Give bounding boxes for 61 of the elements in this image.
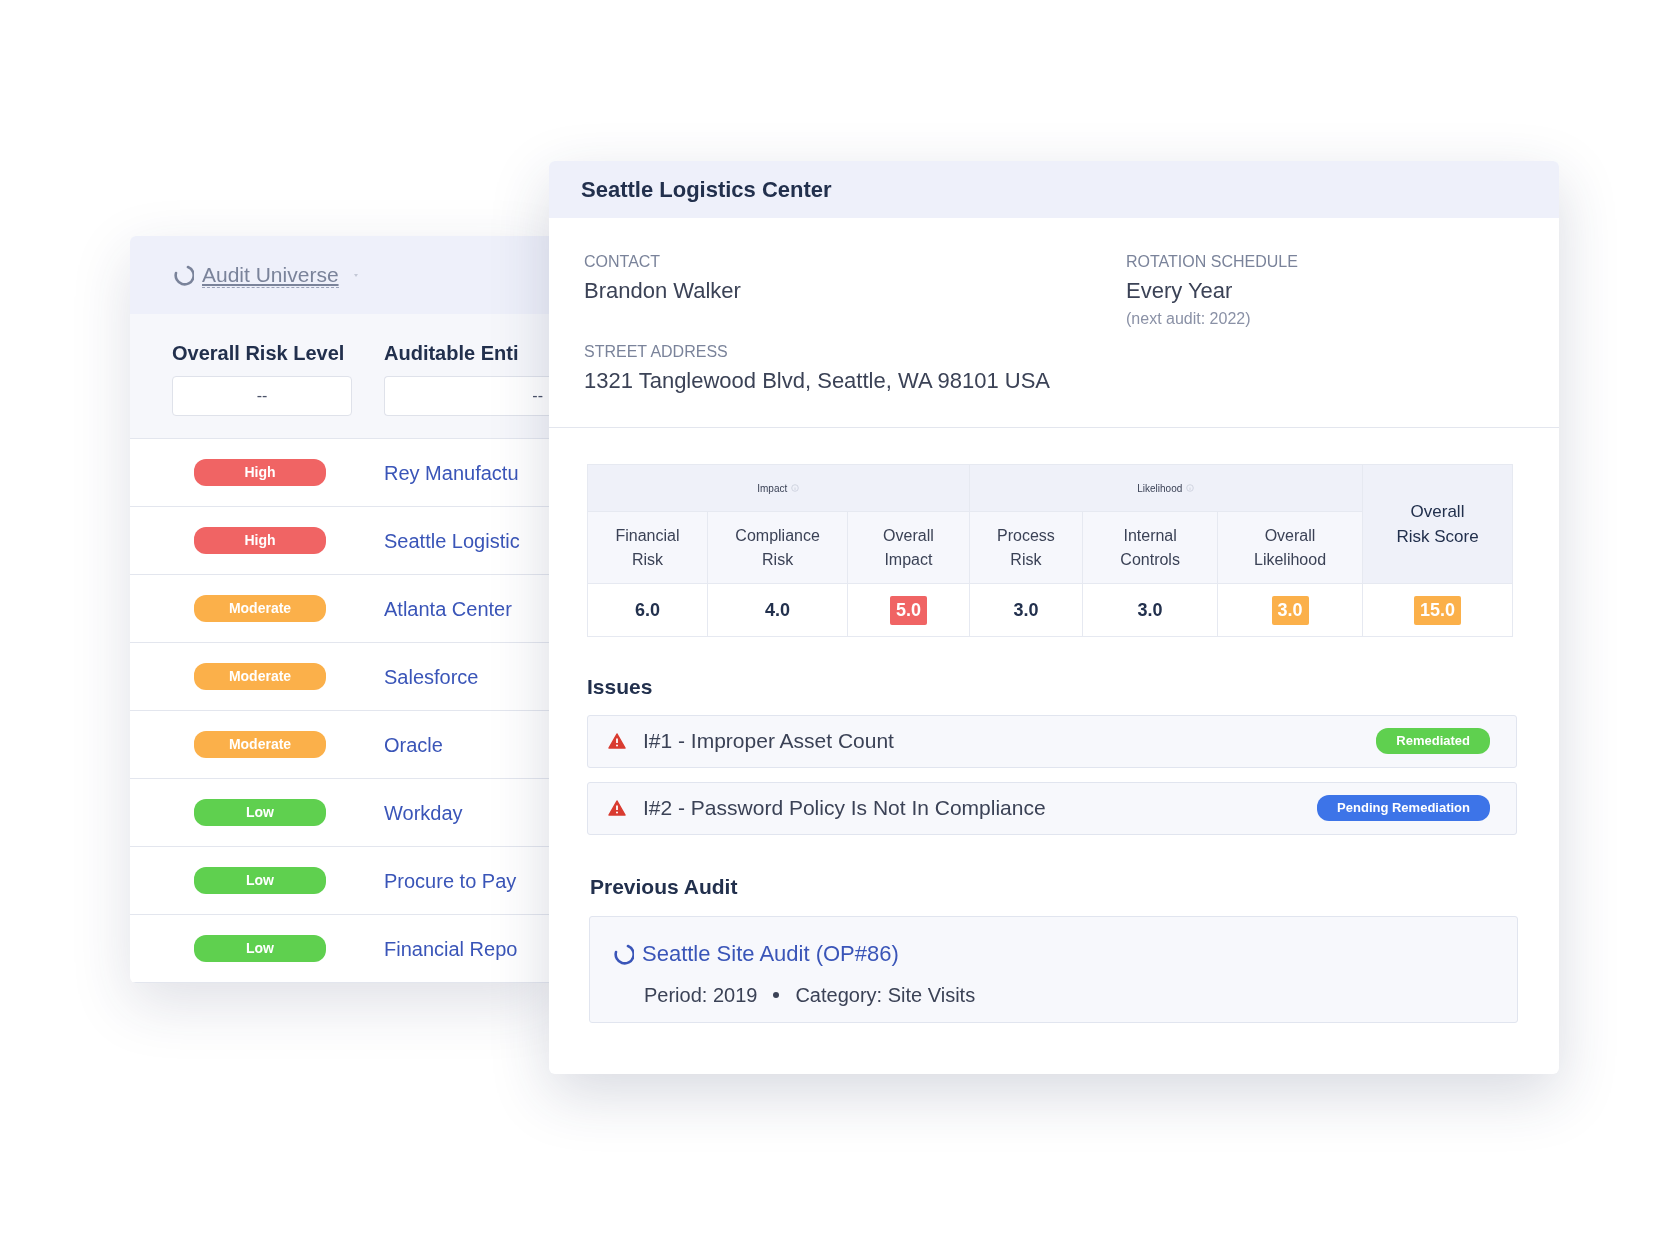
risk-tag: Moderate: [194, 663, 326, 690]
risk-tag: High: [194, 527, 326, 554]
risk-tag: Moderate: [194, 595, 326, 622]
warning-icon: [608, 733, 626, 749]
status-tag: Pending Remediation: [1317, 795, 1490, 821]
group-header: Impact: [757, 481, 788, 496]
value-cell: 6.0: [587, 583, 708, 637]
status-tag: Remediated: [1376, 728, 1490, 754]
caret-icon: [352, 272, 359, 278]
entity-link[interactable]: Workday: [384, 801, 463, 824]
risk-tag: Low: [194, 867, 326, 894]
category-text: Category: Site Visits: [795, 983, 976, 1008]
risk-tag: Moderate: [194, 731, 326, 758]
field-label: ROTATION SCHEDULE: [1126, 252, 1298, 272]
period-text: Period: 2019: [644, 983, 758, 1008]
entity-link[interactable]: Salesforce: [384, 665, 479, 688]
risk-tag: High: [194, 459, 326, 486]
group-header: Likelihood: [1137, 481, 1183, 496]
column-header: Internal Controls: [1082, 511, 1218, 584]
score-tag: 5.0: [889, 595, 927, 625]
issue-row[interactable]: I#1 - Improper Asset Count Remediated: [587, 714, 1517, 768]
column-header: Overall Impact: [847, 511, 970, 584]
warning-icon: [608, 800, 626, 816]
entity-link[interactable]: Procure to Pay: [384, 869, 517, 892]
note-text: (next audit: 2022): [1126, 309, 1252, 329]
filter-field[interactable]: --: [384, 376, 549, 416]
issue-title: I#1 - Improper Asset Count: [643, 728, 895, 755]
separator-dot: [773, 992, 780, 998]
entity-link[interactable]: Seattle Logistic: [384, 529, 520, 552]
field-label: CONTACT: [584, 252, 662, 272]
column-header[interactable]: Auditable Enti: [384, 338, 519, 368]
ring-icon: [612, 942, 634, 965]
score-tag: 15.0: [1413, 595, 1461, 625]
column-header: Compliance Risk: [707, 511, 848, 584]
field-value: Brandon Walker: [584, 277, 742, 305]
field-value: 1321 Tanglewood Blvd, Seattle, WA 98101 USA: [584, 367, 1051, 395]
value-cell: 4.0: [707, 583, 848, 637]
risk-tag: Low: [194, 935, 326, 962]
section-heading: Issues: [587, 674, 654, 700]
audit-link[interactable]: Seattle Site Audit (OP#86): [642, 937, 899, 970]
ring-icon: [172, 264, 194, 286]
column-header: Overall Likelihood: [1217, 511, 1363, 584]
entity-link[interactable]: Financial Repo: [384, 937, 518, 960]
entity-link[interactable]: Rey Manufactu: [384, 461, 519, 484]
issue-row[interactable]: I#2 - Password Policy Is Not In Compliance Pending Remediation: [587, 781, 1517, 835]
column-header[interactable]: Overall Risk Level: [172, 338, 345, 368]
field-label: STREET ADDRESS: [584, 342, 729, 362]
issue-title: I#2 - Password Policy Is Not In Compliance: [643, 795, 1047, 822]
filter-field[interactable]: --: [172, 376, 352, 416]
column-header: Financial Risk: [587, 511, 708, 584]
column-header: Overall Risk Score: [1362, 464, 1513, 584]
value-cell: 3.0: [969, 583, 1083, 637]
risk-tag: Low: [194, 799, 326, 826]
score-tag: 3.0: [1271, 595, 1309, 625]
field-value: Every Year: [1126, 277, 1234, 305]
card-title: Seattle Logistics Center: [581, 176, 832, 204]
column-header: Process Risk: [969, 511, 1083, 584]
entity-link[interactable]: Oracle: [384, 733, 443, 756]
section-heading: Previous Audit: [590, 873, 739, 900]
value-cell: 3.0: [1082, 583, 1218, 637]
entity-link[interactable]: Atlanta Center: [384, 597, 512, 620]
